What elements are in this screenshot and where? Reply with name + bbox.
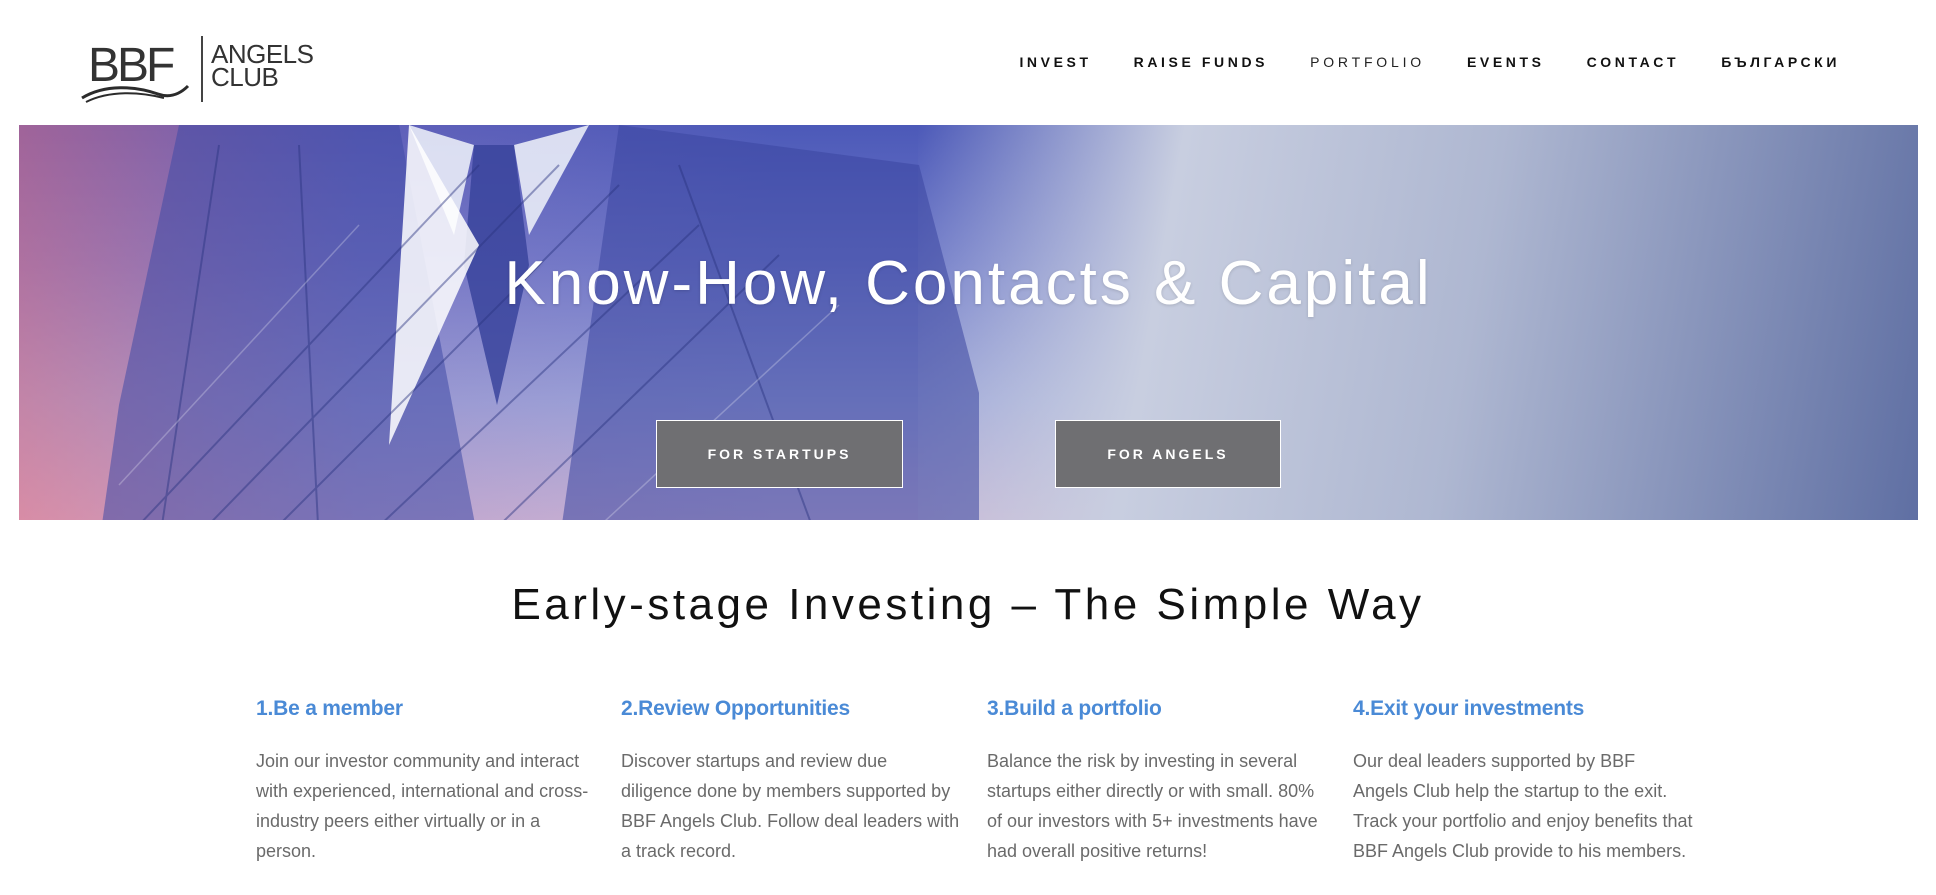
nav-portfolio[interactable]: PORTFOLIO	[1310, 50, 1425, 74]
section-title: Early-stage Investing – The Simple Way	[511, 580, 1425, 629]
step-text: Balance the risk by investing in several…	[987, 751, 1318, 861]
nav-invest[interactable]: INVEST	[1019, 50, 1091, 74]
for-startups-button[interactable]: FOR STARTUPS	[656, 420, 903, 488]
step-review-opportunities: 2.Review Opportunities Discover startups…	[621, 694, 961, 866]
nav-language-bulgarian[interactable]: БЪЛГАРСКИ	[1721, 50, 1840, 74]
hero-banner: Know-How, Contacts & Capital FOR STARTUP…	[19, 125, 1918, 520]
step-build-a-portfolio: 3.Build a portfolio Balance the risk by …	[987, 694, 1327, 866]
step-text: Our deal leaders supported by BBF Angels…	[1353, 751, 1693, 861]
step-title: 3.Build a portfolio	[987, 697, 1162, 720]
step-title: 4.Exit your investments	[1353, 697, 1585, 720]
nav-contact[interactable]: CONTACT	[1587, 50, 1680, 74]
nav-events[interactable]: EVENTS	[1467, 50, 1545, 74]
nav-raise-funds[interactable]: RAISE FUNDS	[1134, 50, 1269, 74]
main-nav: INVEST RAISE FUNDS PORTFOLIO EVENTS CONT…	[977, 50, 1840, 74]
logo-divider	[201, 36, 203, 102]
logo-swoosh-icon	[81, 84, 190, 103]
step-text: Discover startups and review due diligen…	[621, 751, 960, 861]
step-title: 1.Be a member	[256, 697, 403, 720]
bbf-angels-club-logo[interactable]: BBF ANGELS CLUB	[80, 36, 320, 106]
step-exit-your-investments: 4.Exit your investments Our deal leaders…	[1353, 694, 1693, 866]
step-title: 2.Review Opportunities	[621, 697, 850, 720]
step-text: Join our investor community and interact…	[256, 751, 589, 861]
logo-line-club: CLUB	[211, 62, 279, 92]
site-header: BBF ANGELS CLUB INVEST RAISE FUNDS PORTF…	[0, 0, 1936, 125]
for-angels-button[interactable]: FOR ANGELS	[1055, 420, 1281, 488]
step-be-a-member: 1.Be a member Join our investor communit…	[256, 694, 596, 866]
hero-title: Know-How, Contacts & Capital	[504, 249, 1433, 318]
